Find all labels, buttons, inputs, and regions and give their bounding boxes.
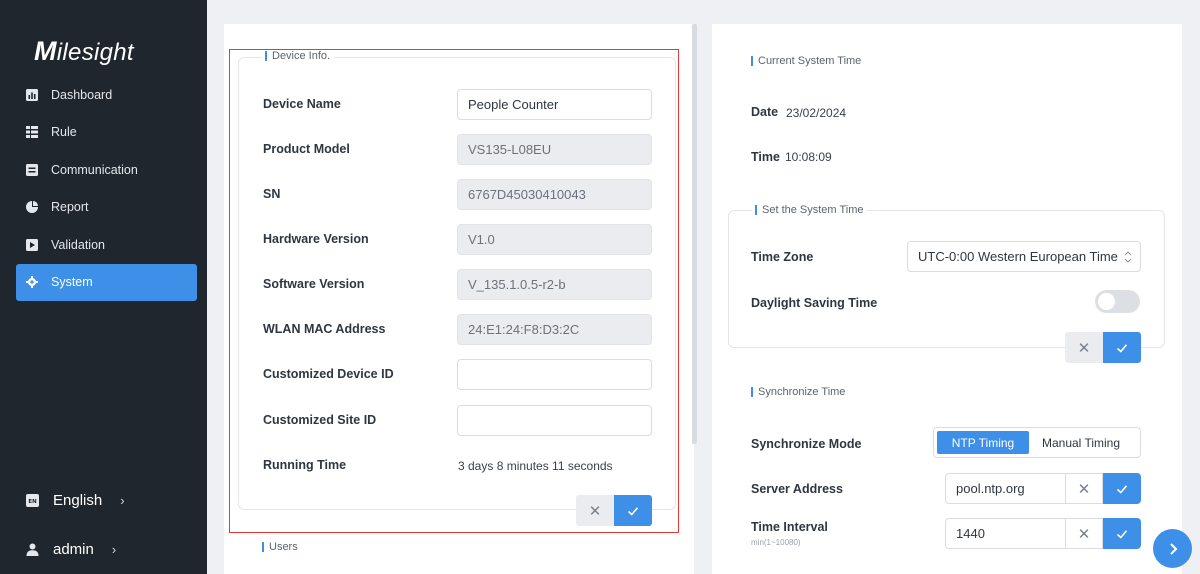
- section-marker: [751, 56, 753, 66]
- sidebar-item-communication[interactable]: Communication: [16, 151, 197, 189]
- set-time-legend: Set the System Time: [752, 204, 868, 216]
- language-selector[interactable]: EN English ›: [26, 492, 196, 509]
- check-icon: [1116, 529, 1128, 539]
- confirm-button[interactable]: [1103, 518, 1141, 549]
- time-interval-group: 1440 ✕: [945, 518, 1141, 549]
- cancel-button[interactable]: ✕: [1065, 518, 1103, 549]
- sync-mode-segmented: NTP Timing Manual Timing: [933, 427, 1141, 458]
- sync-time-title: Synchronize Time: [751, 386, 845, 398]
- user-label: admin: [53, 541, 94, 558]
- dst-label: Daylight Saving Time: [751, 296, 878, 310]
- current-time-title: Current System Time: [751, 55, 861, 67]
- set-time-actions: ✕: [1065, 332, 1141, 363]
- section-title: Users: [269, 541, 298, 553]
- sidebar-item-dashboard[interactable]: Dashboard: [16, 76, 197, 114]
- milesight-logo: Milesight: [34, 36, 134, 66]
- toggle-knob: [1098, 293, 1115, 310]
- language-icon: EN: [26, 494, 39, 507]
- updown-icon: [1124, 251, 1132, 263]
- time-interval-label: Time Interval: [751, 520, 828, 534]
- dst-toggle[interactable]: [1095, 290, 1140, 313]
- sidebar-item-rule[interactable]: Rule: [16, 114, 197, 152]
- gear-icon: [26, 276, 38, 289]
- cancel-button[interactable]: ✕: [1065, 473, 1103, 504]
- section-title: Current System Time: [758, 55, 862, 67]
- server-address-group: pool.ntp.org ✕: [945, 473, 1141, 504]
- rule-icon: [26, 126, 38, 139]
- time-interval-input[interactable]: 1440: [945, 518, 1065, 549]
- users-section-title: Users: [262, 541, 298, 553]
- user-icon: [26, 543, 39, 556]
- date-value: 23/02/2024: [786, 106, 847, 120]
- sidebar-item-label: Report: [51, 200, 89, 215]
- chevron-right-icon: ›: [111, 542, 117, 557]
- set-time-fieldset: [728, 210, 1165, 348]
- server-address-input[interactable]: pool.ntp.org: [945, 473, 1065, 504]
- svg-text:EN: EN: [28, 499, 37, 505]
- report-icon: [26, 201, 38, 214]
- app: Milesight Dashboard Rule Communication R…: [0, 0, 1200, 574]
- sidebar-item-report[interactable]: Report: [16, 189, 197, 227]
- sidebar-item-system[interactable]: System: [16, 263, 197, 301]
- sidebar: Milesight Dashboard Rule Communication R…: [0, 0, 207, 574]
- check-icon: [1116, 343, 1128, 353]
- time-interval-hint: min(1~10080): [751, 538, 801, 547]
- validation-icon: [26, 238, 38, 251]
- sidebar-item-label: System: [51, 275, 93, 290]
- manual-timing-option[interactable]: Manual Timing: [1029, 431, 1133, 454]
- language-label: English: [53, 492, 103, 509]
- dashboard-icon: [26, 88, 38, 101]
- section-marker: [755, 205, 757, 215]
- highlight-box: [229, 49, 679, 533]
- sync-mode-label: Synchronize Mode: [751, 437, 862, 451]
- section-marker: [751, 387, 753, 397]
- cancel-button[interactable]: ✕: [1065, 332, 1103, 363]
- ntp-timing-option[interactable]: NTP Timing: [937, 431, 1029, 454]
- section-title: Set the System Time: [762, 204, 864, 216]
- scrollbar[interactable]: [692, 24, 697, 444]
- chevron-right-icon: [1169, 542, 1177, 555]
- section-title: Synchronize Time: [758, 386, 846, 398]
- sidebar-item-label: Dashboard: [51, 87, 113, 102]
- date-label: Date: [751, 105, 779, 119]
- sidebar-nav: Dashboard Rule Communication Report Vali…: [16, 76, 197, 301]
- sidebar-item-validation[interactable]: Validation: [16, 226, 197, 264]
- user-menu[interactable]: admin ›: [26, 541, 196, 558]
- timezone-label: Time Zone: [751, 250, 814, 264]
- chevron-right-icon: ›: [120, 493, 125, 508]
- timezone-value: UTC-0:00 Western European Time: [918, 249, 1118, 264]
- check-icon: [1116, 484, 1128, 494]
- time-value: 10:08:09: [785, 150, 832, 164]
- communication-icon: [26, 163, 38, 176]
- sidebar-item-label: Rule: [51, 125, 77, 140]
- section-marker: [262, 542, 264, 552]
- next-page-button[interactable]: [1153, 529, 1192, 568]
- confirm-button[interactable]: [1103, 332, 1141, 363]
- timezone-select[interactable]: UTC-0:00 Western European Time: [907, 241, 1141, 272]
- sidebar-item-label: Communication: [51, 162, 138, 177]
- sidebar-item-label: Validation: [51, 237, 105, 252]
- time-label: Time: [751, 150, 780, 164]
- server-address-label: Server Address: [751, 482, 843, 496]
- confirm-button[interactable]: [1103, 473, 1141, 504]
